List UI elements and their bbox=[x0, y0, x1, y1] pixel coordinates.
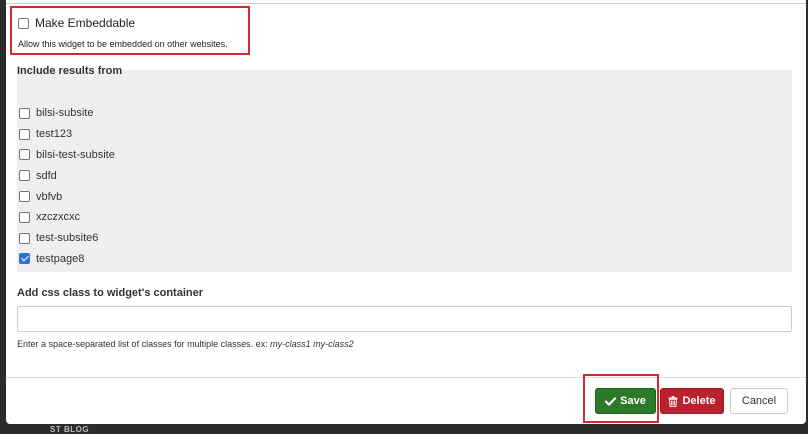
site-item[interactable]: test123 bbox=[19, 124, 115, 145]
site-item[interactable]: sdfd bbox=[19, 165, 115, 186]
site-checkbox[interactable] bbox=[19, 191, 30, 203]
delete-button-label: Delete bbox=[682, 395, 716, 407]
cancel-button[interactable]: Cancel bbox=[730, 388, 788, 414]
site-label: bilsi-test-subsite bbox=[36, 148, 115, 161]
site-label: xzczxcxc bbox=[36, 211, 80, 224]
background-page-text: ST BLOG bbox=[50, 425, 90, 434]
css-class-help-example: my-class1 my-class2 bbox=[270, 339, 354, 349]
site-item[interactable]: bilsi-subsite bbox=[19, 103, 115, 124]
delete-button[interactable]: Delete bbox=[660, 388, 724, 414]
css-class-input[interactable] bbox=[17, 306, 792, 332]
css-class-label: Add css class to widget's container bbox=[17, 287, 204, 299]
make-embeddable-help: Allow this widget to be embedded on othe… bbox=[18, 39, 228, 49]
site-checkbox[interactable] bbox=[19, 170, 30, 182]
include-results-title: Include results from bbox=[17, 65, 123, 77]
site-checkbox[interactable] bbox=[19, 253, 30, 265]
site-label: testpage8 bbox=[36, 252, 85, 265]
css-class-help-text: Enter a space-separated list of classes … bbox=[17, 339, 268, 349]
embed-highlight-box: Make Embeddable Allow this widget to be … bbox=[10, 6, 250, 55]
footer-divider bbox=[6, 377, 806, 378]
site-checkbox[interactable] bbox=[19, 107, 30, 119]
make-embeddable-label: Make Embeddable bbox=[35, 16, 136, 30]
site-item[interactable]: bilsi-test-subsite bbox=[19, 145, 115, 166]
site-item[interactable]: vbfvb bbox=[19, 186, 115, 207]
make-embeddable-option[interactable]: Make Embeddable bbox=[18, 16, 135, 30]
save-button-label: Save bbox=[620, 395, 646, 407]
site-label: bilsi-subsite bbox=[36, 107, 94, 120]
css-class-help: Enter a space-separated list of classes … bbox=[17, 339, 354, 349]
site-item[interactable]: test-subsite6 bbox=[19, 228, 115, 249]
trash-icon bbox=[668, 395, 678, 407]
save-button[interactable]: Save bbox=[595, 388, 656, 414]
site-checkbox[interactable] bbox=[19, 211, 30, 223]
site-label: vbfvb bbox=[36, 190, 63, 203]
site-list: bilsi-subsite test123 bilsi-test-subsite sd… bbox=[19, 103, 115, 269]
make-embeddable-checkbox[interactable] bbox=[18, 17, 29, 29]
modal-top-divider bbox=[6, 0, 806, 4]
site-label: test123 bbox=[36, 128, 73, 141]
site-checkbox[interactable] bbox=[19, 128, 30, 140]
site-label: test-subsite6 bbox=[36, 232, 99, 245]
include-results-panel: bilsi-subsite test123 bilsi-test-subsite sd… bbox=[17, 70, 792, 272]
site-item[interactable]: xzczxcxc bbox=[19, 207, 115, 228]
widget-settings-modal: Make Embeddable Allow this widget to be … bbox=[6, 0, 806, 424]
checkmark-icon bbox=[605, 396, 617, 406]
site-checkbox[interactable] bbox=[19, 232, 30, 244]
site-item[interactable]: testpage8 bbox=[19, 249, 115, 270]
site-label: sdfd bbox=[36, 169, 57, 182]
site-checkbox[interactable] bbox=[19, 149, 30, 161]
